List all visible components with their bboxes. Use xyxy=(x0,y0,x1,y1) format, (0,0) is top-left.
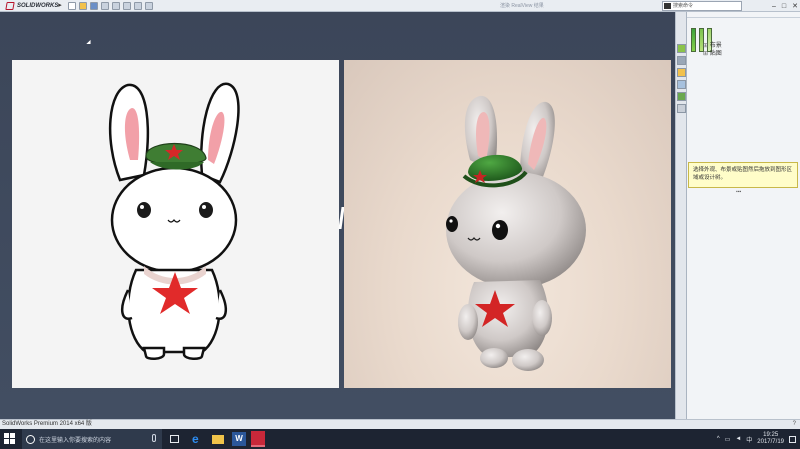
taskbar-search-box[interactable]: 在这里输入你要搜索的内容 xyxy=(22,429,162,449)
help-icon[interactable]: ? xyxy=(793,420,796,429)
print-icon[interactable] xyxy=(101,2,109,10)
tab-appearances-icon[interactable] xyxy=(677,92,686,101)
file-explorer-icon[interactable] xyxy=(212,435,224,444)
windows-start-icon[interactable] xyxy=(4,433,16,445)
open-folder-icon[interactable] xyxy=(79,2,87,10)
rabbit-render-illustration xyxy=(446,95,586,371)
options-icon[interactable] xyxy=(145,2,153,10)
reference-image-panel[interactable] xyxy=(12,60,339,388)
search-commands-input[interactable]: 搜索命令 xyxy=(662,1,742,11)
system-tray: ^ ▭ ◄ 中 19:25 2017/7/19 xyxy=(717,429,796,449)
mouse-cursor-icon xyxy=(86,39,93,47)
task-view-icon[interactable] xyxy=(170,435,179,443)
rebuild-icon[interactable] xyxy=(134,2,142,10)
status-bar: SolidWorks Premium 2014 x64 版 ? xyxy=(0,419,800,429)
tab-view-palette-icon[interactable] xyxy=(677,80,686,89)
appearance-swatch[interactable] xyxy=(691,28,696,52)
tab-resources-icon[interactable] xyxy=(677,44,686,53)
solidworks-app-icon[interactable] xyxy=(251,431,265,447)
search-category-icon[interactable] xyxy=(664,3,671,9)
network-icon[interactable]: ▭ xyxy=(725,436,731,443)
windows-taskbar: 在这里输入你要搜索的内容 e W ^ ▭ ◄ 中 19:25 2017/7/19 xyxy=(0,429,800,449)
clock[interactable]: 19:25 2017/7/19 xyxy=(757,432,784,446)
rabbit-sketch-illustration xyxy=(108,82,240,360)
quick-access-toolbar xyxy=(68,1,153,11)
appearances-task-pane: 布景 贴图 xyxy=(686,12,800,419)
tree-item-decals[interactable]: 贴图 xyxy=(703,50,722,58)
task-pane-header xyxy=(687,12,800,18)
title-bar: SOLIDWORKS ▸ 渲染 RealView 结果 搜索命令 – □ ✕ xyxy=(0,0,800,12)
document-title: 渲染 RealView 结果 xyxy=(500,3,544,9)
volume-icon[interactable]: ◄ xyxy=(735,436,741,442)
task-pane-hint: 选择外观、布景或贴图然后拖放到图形区域或设计树。 xyxy=(688,162,798,188)
close-icon[interactable]: ✕ xyxy=(792,2,798,10)
clock-date: 2017/7/19 xyxy=(757,439,784,445)
tab-custom-properties-icon[interactable] xyxy=(677,104,686,113)
tab-design-library-icon[interactable] xyxy=(677,56,686,65)
menu-expand-arrow-icon[interactable]: ▸ xyxy=(56,1,64,11)
appearance-tree: 布景 贴图 xyxy=(703,42,722,58)
logo-text: SOLIDWORKS xyxy=(17,3,59,9)
splitter-grip-icon[interactable]: ▪▪▪ xyxy=(736,189,741,195)
notifications-icon[interactable] xyxy=(789,435,796,443)
undo-icon[interactable] xyxy=(112,2,120,10)
edge-browser-icon[interactable]: e xyxy=(192,432,206,446)
clock-time: 19:25 xyxy=(763,432,779,438)
taskbar-search-placeholder: 在这里输入你要搜索的内容 xyxy=(39,437,112,444)
maximize-icon[interactable]: □ xyxy=(782,3,786,10)
render-result-panel[interactable] xyxy=(344,60,671,388)
task-pane-tabs xyxy=(675,12,686,419)
solidworks-logo-icon xyxy=(5,2,15,10)
solidworks-logo[interactable]: SOLIDWORKS xyxy=(2,1,62,11)
cortana-icon xyxy=(26,434,35,444)
window-controls: – □ ✕ xyxy=(772,1,798,11)
status-text: SolidWorks Premium 2014 x64 版 xyxy=(2,421,92,427)
tab-file-explorer-icon[interactable] xyxy=(677,68,686,77)
microphone-icon[interactable] xyxy=(152,434,156,442)
search-placeholder: 搜索命令 xyxy=(673,3,694,9)
ime-icon[interactable]: 中 xyxy=(746,435,752,444)
save-icon[interactable] xyxy=(90,2,98,10)
select-icon[interactable] xyxy=(123,2,131,10)
tray-expand-icon[interactable]: ^ xyxy=(717,436,720,442)
minimize-icon[interactable]: – xyxy=(772,3,776,10)
new-document-icon[interactable] xyxy=(68,2,76,10)
tree-item-scenes[interactable]: 布景 xyxy=(703,42,722,50)
word-app-icon[interactable]: W xyxy=(232,432,246,446)
